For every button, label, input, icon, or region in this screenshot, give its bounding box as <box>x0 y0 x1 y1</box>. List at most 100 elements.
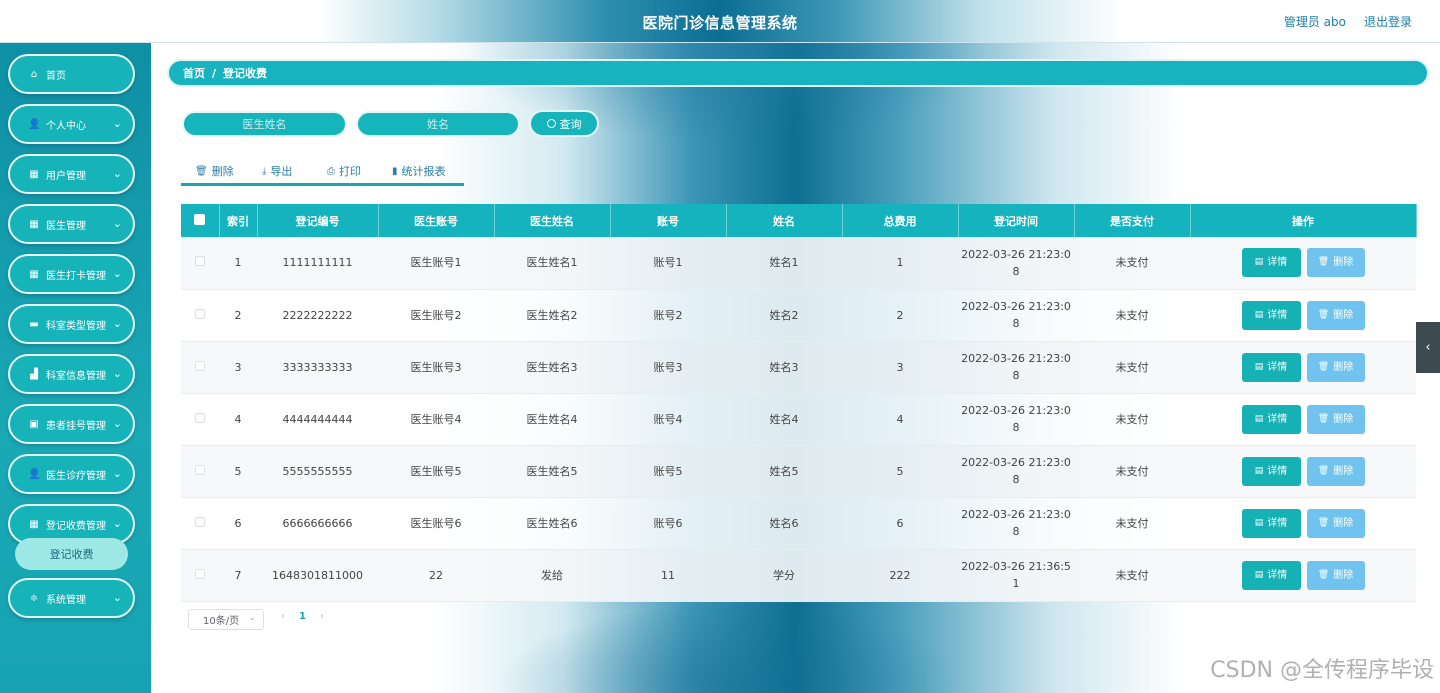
sidebar-item[interactable]: ▦ 用户管理 ⌄ <box>8 154 135 194</box>
table-cell-doctor-name: 医生姓名2 <box>494 289 610 342</box>
delete-button[interactable]: 🗑 删除 <box>1306 404 1365 434</box>
table-cell-doctor-account: 医生账号2 <box>378 289 494 342</box>
column-header: 操作 <box>1190 204 1417 237</box>
delete-button[interactable]: 🗑 删除 <box>1306 456 1365 486</box>
search-button[interactable]: 查询 <box>529 110 599 137</box>
select-all-checkbox[interactable] <box>194 213 206 225</box>
row-select-cell[interactable] <box>181 341 219 394</box>
grid-icon: ▦ <box>29 518 39 530</box>
toolbar-report-label: 统计报表 <box>401 165 446 178</box>
chevron-down-icon: ⌄ <box>112 267 122 280</box>
row-select-cell[interactable] <box>181 497 219 550</box>
current-page[interactable]: 1 <box>299 611 306 622</box>
sidebar-item[interactable]: ≑ 系统管理 ⌄ <box>8 578 135 618</box>
doctor-name-search-input[interactable] <box>182 111 347 137</box>
sidebar-item-label: 科室信息管理 <box>46 370 106 382</box>
row-checkbox[interactable] <box>195 568 205 579</box>
sidebar-item[interactable]: ▦ 医生打卡管理 ⌄ <box>8 254 135 294</box>
toolbar-report-button[interactable]: ▮ 统计报表 <box>392 163 446 179</box>
logout-link[interactable]: 退出登录 <box>1364 13 1412 30</box>
sidebar-item[interactable]: ▬ 科室类型管理 ⌄ <box>8 304 135 344</box>
column-header: 账号 <box>610 204 727 237</box>
sidebar-item[interactable]: ▣ 患者挂号管理 ⌄ <box>8 404 135 444</box>
select-all-header[interactable] <box>181 204 220 237</box>
detail-button[interactable]: ▤ 详情 <box>1241 300 1301 330</box>
user-label: 管理员 abo <box>1283 15 1346 29</box>
sidebar-item[interactable]: 👤 个人中心 ⌄ <box>8 104 135 144</box>
grid-icon: ▦ <box>29 268 39 280</box>
delete-button[interactable]: 🗑 删除 <box>1306 248 1365 278</box>
delete-button[interactable]: 🗑 删除 <box>1306 352 1365 382</box>
sidebar-subitem-registration-fee[interactable]: 登记收费 <box>15 538 128 570</box>
sidebar-item[interactable]: ▟ 科室信息管理 ⌄ <box>8 354 135 394</box>
delete-button[interactable]: 🗑 删除 <box>1306 560 1365 590</box>
time-line-1: 2022-03-26 21:23:0 <box>961 456 1071 469</box>
detail-button[interactable]: ▤ 详情 <box>1241 560 1301 590</box>
document-icon: ▤ <box>1254 465 1264 476</box>
table-cell-account: 账号3 <box>610 341 726 394</box>
row-select-cell[interactable] <box>181 237 219 290</box>
delete-button-label: 删除 <box>1333 569 1354 581</box>
table-cell-doctor-name: 医生姓名1 <box>494 237 610 290</box>
name-search-input[interactable] <box>356 111 520 137</box>
delete-button[interactable]: 🗑 删除 <box>1306 508 1365 538</box>
next-page-button[interactable]: › <box>320 611 324 622</box>
table-row: 3 3333333333 医生账号3 医生姓名3 账号3 姓名3 3 2022-03-26 2… <box>181 341 1416 394</box>
time-line-1: 2022-03-26 21:36:5 <box>961 560 1071 573</box>
toolbar-print-button[interactable]: ⎙ 打印 <box>327 163 361 179</box>
search-icon <box>546 119 556 128</box>
sidebar-item[interactable]: 👤 医生诊疗管理 ⌄ <box>8 454 135 494</box>
toolbar-delete-button[interactable]: 🗑 删除 <box>195 163 234 179</box>
row-checkbox[interactable] <box>195 412 205 423</box>
row-checkbox[interactable] <box>195 516 205 527</box>
column-header: 索引 <box>219 204 258 237</box>
detail-button-label: 详情 <box>1267 413 1288 425</box>
detail-button[interactable]: ▤ 详情 <box>1241 352 1301 382</box>
time-line-2: 8 <box>1012 421 1020 434</box>
column-header: 登记编号 <box>257 204 379 237</box>
row-select-cell[interactable] <box>181 393 219 446</box>
sidebar-item[interactable]: ⌂ 首页 <box>8 54 135 94</box>
sidebar-item-label: 用户管理 <box>46 170 86 182</box>
row-checkbox[interactable] <box>195 464 205 475</box>
row-select-cell[interactable] <box>181 549 219 602</box>
collapse-panel-tab[interactable]: ‹ <box>1416 322 1440 373</box>
table-cell-name: 姓名6 <box>726 497 842 550</box>
table-cell-actions: ▤ 详情 🗑 删除 <box>1190 341 1416 394</box>
row-checkbox[interactable] <box>195 360 205 371</box>
table-cell-reg-no: 4444444444 <box>257 393 378 446</box>
sidebar-item-label: 登记收费管理 <box>46 520 106 532</box>
row-checkbox[interactable] <box>195 308 205 319</box>
prev-page-button[interactable]: ‹ <box>281 611 285 622</box>
detail-button[interactable]: ▤ 详情 <box>1241 456 1301 486</box>
table-cell-paid: 未支付 <box>1074 289 1190 342</box>
detail-button[interactable]: ▤ 详情 <box>1241 508 1301 538</box>
table-cell-paid: 未支付 <box>1074 393 1190 446</box>
table-cell-actions: ▤ 详情 🗑 删除 <box>1190 497 1416 550</box>
table-cell-doctor-account: 医生账号5 <box>378 445 494 498</box>
sidebar-item[interactable]: ▦ 医生管理 ⌄ <box>8 204 135 244</box>
column-header: 医生账号 <box>378 204 495 237</box>
table-cell-name: 姓名3 <box>726 341 842 394</box>
grid-icon: ▦ <box>29 168 39 180</box>
page-size-select[interactable]: 10条/页 ⌄ <box>188 609 264 630</box>
chevron-down-icon: ⌄ <box>112 591 122 604</box>
toolbar-export-button[interactable]: ⤓ 导出 <box>262 163 292 179</box>
detail-button[interactable]: ▤ 详情 <box>1241 404 1301 434</box>
table-cell-name: 姓名4 <box>726 393 842 446</box>
row-select-cell[interactable] <box>181 445 219 498</box>
table-cell-name: 学分 <box>726 549 842 602</box>
delete-button[interactable]: 🗑 删除 <box>1306 300 1365 330</box>
sidebar-item-label: 系统管理 <box>46 594 86 606</box>
row-select-cell[interactable] <box>181 289 219 342</box>
trash-icon: 🗑 <box>1317 465 1330 476</box>
column-header: 是否支付 <box>1074 204 1191 237</box>
table-cell-total: 1 <box>842 237 958 290</box>
row-checkbox[interactable] <box>195 256 205 267</box>
bar-chart-icon: ▮ <box>392 165 398 177</box>
table-cell-index: 4 <box>219 393 257 446</box>
breadcrumb-home[interactable]: 首页 <box>183 65 205 81</box>
detail-button-label: 详情 <box>1267 361 1288 373</box>
table-cell-index: 7 <box>219 549 257 602</box>
detail-button[interactable]: ▤ 详情 <box>1241 248 1301 278</box>
